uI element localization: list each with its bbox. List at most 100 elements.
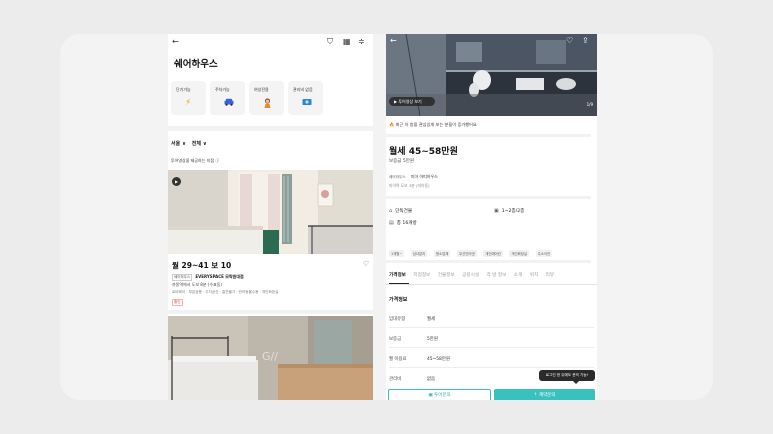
price-row-value: 월세 bbox=[427, 317, 436, 322]
filter-icon[interactable]: ≑ bbox=[358, 37, 365, 47]
detail-name: 미아 아띠하우스 bbox=[410, 174, 438, 179]
tab-divider bbox=[386, 284, 597, 285]
heart-icon[interactable]: ♡ bbox=[566, 36, 573, 46]
tab-price[interactable]: 가격정보 bbox=[389, 273, 406, 278]
listing-screen: ← ⛉ ▦ ≑ 쉐어하우스 단기가능 ⚡ 주차가능 여성전용 관리비 없음 서울… bbox=[168, 34, 373, 400]
section-divider bbox=[386, 260, 591, 263]
listing-title-line: 쉐어하우스 EVERYSPACE 모락원대점 bbox=[172, 274, 244, 281]
price-row: 관리비 없음 bbox=[389, 376, 435, 382]
door-icon: ▣ bbox=[494, 208, 499, 214]
shield-icon[interactable]: ⛉ bbox=[327, 37, 333, 47]
video-tour-note: 투어영상을 제공하는 지점 ⓘ bbox=[171, 158, 220, 163]
woman-icon bbox=[263, 98, 272, 111]
filter-bar: 서울 ∨ 전체 ∨ bbox=[171, 140, 211, 147]
category-label: 관리비 없음 bbox=[293, 87, 313, 92]
option-tag: 개인화장실 bbox=[509, 250, 530, 257]
section-divider bbox=[168, 126, 373, 131]
fact-text: 단독건물 bbox=[395, 209, 413, 214]
price-row-value: 없음 bbox=[427, 377, 436, 382]
price-row: 보증금 5만원 bbox=[389, 336, 438, 342]
discount-badge: 할인 bbox=[172, 299, 183, 306]
price-section-title: 가격정보 bbox=[389, 297, 408, 303]
category-label: 주차가능 bbox=[215, 87, 230, 92]
option-tags: 1개월~ 남녀분리 청소업체 무선인터넷 개인에어컨 개인화장실 주소이전 bbox=[389, 240, 554, 259]
row-divider bbox=[389, 367, 594, 368]
contract-inquiry-button[interactable]: ⇡ 계약문의 bbox=[494, 389, 595, 400]
fact-rooms: ▤ 총 16개방 bbox=[389, 220, 417, 226]
fact-building: ⌂ 단독건물 bbox=[389, 208, 412, 214]
row-divider bbox=[389, 327, 594, 328]
tour-video-button[interactable]: ▶ 투어영상 보기 bbox=[389, 97, 435, 106]
option-tag: 남녀분리 bbox=[410, 250, 428, 257]
photo-page-indicator: 1/9 bbox=[586, 102, 593, 107]
notice-text: 최근 이 방을 관심있게 보는 분들이 증가했어요 bbox=[395, 122, 477, 127]
contract-inquiry-label: 계약문의 bbox=[538, 393, 556, 398]
map-icon[interactable]: ▦ bbox=[343, 37, 351, 47]
page-title: 쉐어하우스 bbox=[174, 59, 218, 70]
category-row: 단기가능 ⚡ 주차가능 여성전용 관리비 없음 bbox=[171, 81, 371, 115]
tab-location[interactable]: 위치 bbox=[530, 273, 538, 278]
option-tag: 1개월~ bbox=[389, 250, 405, 257]
play-icon[interactable]: ▶ bbox=[172, 177, 181, 186]
fire-icon: 🔥 bbox=[389, 122, 395, 127]
listing-photo[interactable]: G// bbox=[168, 316, 373, 400]
heart-icon[interactable]: ♡ bbox=[363, 260, 369, 268]
region-filter[interactable]: 서울 ∨ bbox=[171, 141, 186, 147]
category-parking[interactable]: 주차가능 bbox=[210, 81, 245, 115]
category-label: 여성전용 bbox=[254, 87, 269, 92]
lightning-icon: ⚡ bbox=[185, 98, 192, 108]
price-row-key: 보증금 bbox=[389, 337, 402, 342]
detail-distance: 미아역 도보 3분 (미아동) bbox=[389, 183, 430, 188]
tab-review[interactable]: 리뷰 bbox=[546, 273, 554, 278]
fact-text: 1~2층/2층 bbox=[501, 209, 525, 214]
detail-price: 월세 45~58만원 bbox=[389, 147, 458, 157]
layers-icon: ▤ bbox=[389, 220, 394, 226]
category-label: 단기가능 bbox=[176, 87, 191, 92]
row-divider bbox=[389, 347, 594, 348]
back-arrow-icon[interactable]: ← bbox=[172, 37, 179, 47]
listing-photo[interactable]: ▶ bbox=[168, 170, 373, 254]
fact-text: 총 16개방 bbox=[396, 221, 417, 226]
option-tag: 개인에어컨 bbox=[483, 250, 503, 257]
listing-name[interactable]: EVERYSPACE 모락원대점 bbox=[195, 274, 243, 279]
category-short-term[interactable]: 단기가능 ⚡ bbox=[171, 81, 206, 115]
category-no-fee[interactable]: 관리비 없음 bbox=[288, 81, 323, 115]
detail-tabs: 가격정보 지점정보 건물정보 공용시설 각 방 정보 소개 위치 리뷰 bbox=[389, 272, 560, 278]
listing-price: 월 29~41 보 10 bbox=[172, 261, 232, 270]
fact-floor: ▣ 1~2층/2층 bbox=[494, 208, 524, 214]
detail-screen: ← ♡ ⇪ ▶ 투어영상 보기 1/9 🔥 최근 이 방을 관심있게 보는 분들… bbox=[386, 34, 597, 400]
price-row: 임대유형 월세 bbox=[389, 316, 435, 322]
interest-notice: 🔥 최근 이 방을 관심있게 보는 분들이 증가했어요 bbox=[389, 122, 477, 128]
login-tooltip: 로그인 한 뒤에도 문의 가능! bbox=[539, 370, 595, 384]
price-row-key: 관리비 bbox=[389, 377, 402, 382]
car-icon bbox=[224, 98, 234, 109]
option-tag: 주소이전 bbox=[535, 250, 553, 257]
money-icon bbox=[302, 98, 312, 109]
share-icon[interactable]: ⇪ bbox=[582, 36, 589, 46]
tour-inquiry-button[interactable]: ▣ 투어문의 bbox=[388, 389, 491, 400]
section-divider bbox=[386, 196, 591, 199]
category-women-only[interactable]: 여성전용 bbox=[249, 81, 284, 115]
tab-intro[interactable]: 소개 bbox=[514, 273, 522, 278]
section-divider bbox=[168, 310, 373, 314]
listing-features: 로비레이 · 부분공용 · 주차공간 · 흡연불가 · 반려동물수용 · 개인화… bbox=[172, 290, 279, 294]
option-tag: 청소업체 bbox=[433, 250, 451, 257]
type-tag: 쉐어하우스 bbox=[389, 175, 406, 179]
section-divider bbox=[386, 134, 591, 137]
price-row: 월 이용료 45~58만원 bbox=[389, 356, 450, 362]
tab-building[interactable]: 건물정보 bbox=[438, 273, 455, 278]
tour-inquiry-label: 투어문의 bbox=[434, 393, 451, 398]
hero-photo[interactable]: ← ♡ ⇪ ▶ 투어영상 보기 1/9 bbox=[386, 34, 597, 116]
type-tag: 쉐어하우스 bbox=[172, 274, 193, 281]
tab-rooms[interactable]: 각 방 정보 bbox=[487, 273, 507, 278]
svg-text:G//: G// bbox=[262, 350, 278, 363]
price-row-value: 5만원 bbox=[427, 337, 438, 342]
type-filter[interactable]: 전체 ∨ bbox=[192, 141, 207, 147]
price-row-value: 45~58만원 bbox=[427, 357, 450, 362]
showcase-card: ← ⛉ ▦ ≑ 쉐어하우스 단기가능 ⚡ 주차가능 여성전용 관리비 없음 서울… bbox=[60, 34, 713, 400]
back-arrow-icon[interactable]: ← bbox=[390, 36, 397, 46]
detail-title-line: 쉐어하우스 미아 아띠하우스 bbox=[389, 174, 438, 180]
tab-branch[interactable]: 지점정보 bbox=[413, 273, 430, 278]
tab-common[interactable]: 공용시설 bbox=[462, 273, 479, 278]
active-tab-indicator bbox=[389, 283, 409, 285]
